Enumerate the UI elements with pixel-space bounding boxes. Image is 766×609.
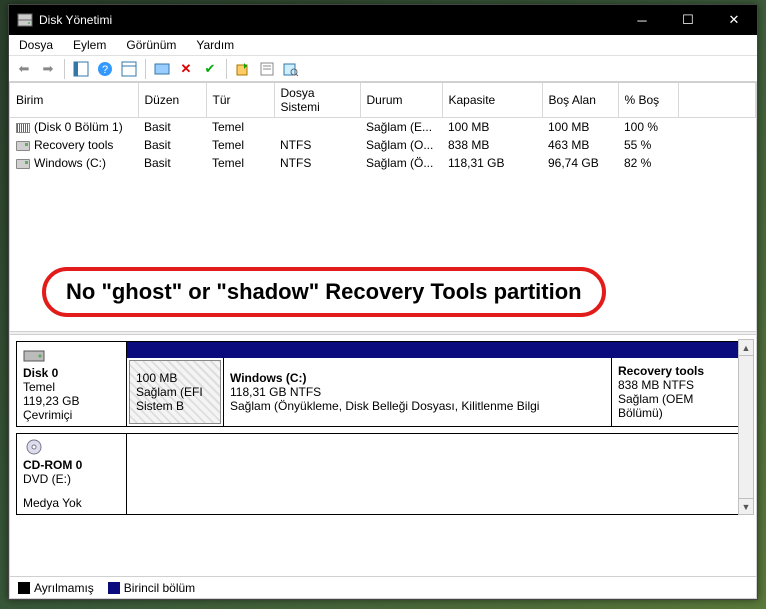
primary-swatch xyxy=(108,582,120,594)
disk-management-window: Disk Yönetimi ─ ☐ ✕ Dosya Eylem Görünüm … xyxy=(8,4,758,600)
back-button[interactable]: ⬅ xyxy=(13,58,35,80)
partition[interactable]: Recovery tools838 MB NTFSSağlam (OEM Böl… xyxy=(611,358,745,426)
legend-unallocated: Ayrılmamış xyxy=(18,581,94,595)
disk0-status: Çevrimiçi xyxy=(23,408,120,422)
volume-icon xyxy=(16,141,30,151)
delete-button[interactable]: ✕ xyxy=(175,58,197,80)
table-row[interactable]: Recovery toolsBasitTemelNTFSSağlam (O...… xyxy=(10,136,756,154)
map-scrollbar[interactable]: ▲ ▼ xyxy=(738,339,754,515)
menu-action[interactable]: Eylem xyxy=(69,36,110,54)
disk0-header-bar xyxy=(127,342,749,358)
col-status[interactable]: Durum xyxy=(360,83,442,118)
partition[interactable]: 100 MBSağlam (EFI Sistem B xyxy=(129,360,221,424)
content-area: Birim Düzen Tür Dosya Sistemi Durum Kapa… xyxy=(9,82,757,599)
refresh-button[interactable] xyxy=(151,58,173,80)
search-button[interactable] xyxy=(280,58,302,80)
legend-primary: Birincil bölüm xyxy=(108,581,195,595)
cdrom-row[interactable]: CD-ROM 0 DVD (E:) Medya Yok xyxy=(16,433,750,515)
partition[interactable]: Windows (C:)118,31 GB NTFSSağlam (Önyükl… xyxy=(223,358,611,426)
help-button[interactable]: ? xyxy=(94,58,116,80)
scroll-down-button[interactable]: ▼ xyxy=(739,498,753,514)
volume-list[interactable]: Birim Düzen Tür Dosya Sistemi Durum Kapa… xyxy=(10,83,756,331)
cdrom-empty xyxy=(127,434,749,514)
legend: Ayrılmamış Birincil bölüm xyxy=(10,576,756,598)
menubar: Dosya Eylem Görünüm Yardım xyxy=(9,35,757,56)
scroll-up-button[interactable]: ▲ xyxy=(739,340,753,356)
disk-management-icon xyxy=(17,12,33,28)
menu-help[interactable]: Yardım xyxy=(192,36,238,54)
action1-button[interactable] xyxy=(232,58,254,80)
cdrom-line2: DVD (E:) xyxy=(23,472,120,486)
menu-file[interactable]: Dosya xyxy=(15,36,57,54)
titlebar[interactable]: Disk Yönetimi ─ ☐ ✕ xyxy=(9,5,757,35)
disk-map: Disk 0 Temel 119,23 GB Çevrimiçi 100 MBS… xyxy=(10,335,756,576)
col-pctfree[interactable]: % Boş xyxy=(618,83,678,118)
col-capacity[interactable]: Kapasite xyxy=(442,83,542,118)
toolbar: ⬅ ➡ ? ✕ ✔ xyxy=(9,56,757,82)
cdrom-label[interactable]: CD-ROM 0 DVD (E:) Medya Yok xyxy=(17,434,127,514)
col-filesystem[interactable]: Dosya Sistemi xyxy=(274,83,360,118)
cdrom-status: Medya Yok xyxy=(23,496,120,510)
col-spacer xyxy=(678,83,756,118)
table-row[interactable]: Windows (C:)BasitTemelNTFSSağlam (Ö...11… xyxy=(10,154,756,172)
col-volume[interactable]: Birim xyxy=(10,83,138,118)
hard-disk-icon xyxy=(23,346,45,364)
table-row[interactable]: (Disk 0 Bölüm 1)BasitTemelSağlam (E...10… xyxy=(10,118,756,137)
maximize-button[interactable]: ☐ xyxy=(665,5,711,35)
disk0-size: 119,23 GB xyxy=(23,394,120,408)
check-button[interactable]: ✔ xyxy=(199,58,221,80)
volume-icon xyxy=(16,159,30,169)
close-button[interactable]: ✕ xyxy=(711,5,757,35)
svg-text:?: ? xyxy=(102,64,108,76)
view-button[interactable] xyxy=(118,58,140,80)
minimize-button[interactable]: ─ xyxy=(619,5,665,35)
disk0-label[interactable]: Disk 0 Temel 119,23 GB Çevrimiçi xyxy=(17,342,127,426)
disk0-row[interactable]: Disk 0 Temel 119,23 GB Çevrimiçi 100 MBS… xyxy=(16,341,750,427)
disk0-type: Temel xyxy=(23,380,120,394)
forward-button[interactable]: ➡ xyxy=(37,58,59,80)
volume-icon xyxy=(16,123,30,133)
disk0-name: Disk 0 xyxy=(23,366,120,380)
col-layout[interactable]: Düzen xyxy=(138,83,206,118)
window-title: Disk Yönetimi xyxy=(39,13,619,27)
menu-view[interactable]: Görünüm xyxy=(122,36,180,54)
properties-button[interactable] xyxy=(256,58,278,80)
cdrom-name: CD-ROM 0 xyxy=(23,458,120,472)
column-headers[interactable]: Birim Düzen Tür Dosya Sistemi Durum Kapa… xyxy=(10,83,756,118)
cdrom-icon xyxy=(23,438,45,456)
annotation-callout: No "ghost" or "shadow" Recovery Tools pa… xyxy=(42,267,606,317)
col-type[interactable]: Tür xyxy=(206,83,274,118)
show-hide-tree-button[interactable] xyxy=(70,58,92,80)
unallocated-swatch xyxy=(18,582,30,594)
col-free[interactable]: Boş Alan xyxy=(542,83,618,118)
